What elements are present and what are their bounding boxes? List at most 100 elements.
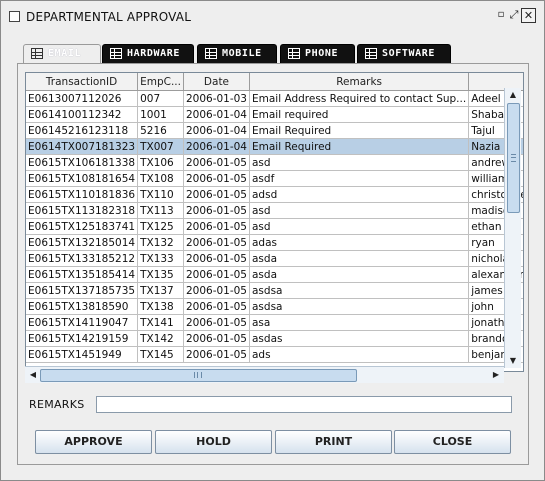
transaction-id-cell[interactable]: E0615TX133185212 bbox=[26, 250, 139, 267]
maximize-icon[interactable]: ⤢ bbox=[507, 8, 521, 22]
transaction-id-cell[interactable]: E0615TX137185735 bbox=[26, 282, 139, 299]
date-cell[interactable]: 2006-01-04 bbox=[183, 122, 251, 139]
remarks-cell[interactable]: adsd bbox=[249, 186, 470, 203]
table-row[interactable]: E0615TX110181836 TX110 2006-01-05 adsd chris… bbox=[26, 186, 523, 203]
remarks-cell[interactable]: asa bbox=[249, 314, 470, 331]
table-row[interactable]: E0615TX133185212 TX133 2006-01-05 asda nicho… bbox=[26, 250, 523, 267]
table-row[interactable]: E0613007112026 007 2006-01-03 Email Address… bbox=[26, 90, 523, 107]
table-row[interactable]: E0615TX106181338 TX106 2006-01-05 asd andrew bbox=[26, 154, 523, 171]
column-header-empcode[interactable]: EmpC... bbox=[137, 73, 184, 91]
transaction-id-cell[interactable]: E0615TX125183741 bbox=[26, 218, 139, 235]
hold-button[interactable]: HOLD bbox=[155, 430, 272, 454]
transaction-id-cell[interactable]: E0614100112342 bbox=[26, 106, 139, 123]
remarks-cell[interactable]: Email required bbox=[249, 106, 470, 123]
scroll-down-arrow-icon[interactable]: ▼ bbox=[507, 355, 519, 367]
transaction-id-cell[interactable]: E0615TX14119047 bbox=[26, 314, 139, 331]
remarks-cell[interactable]: asd bbox=[249, 202, 470, 219]
table-row[interactable]: E0615TX125183741 TX125 2006-01-05 asd ethan bbox=[26, 218, 523, 235]
emp-code-cell[interactable]: TX113 bbox=[137, 202, 184, 219]
minimize-icon[interactable]: ▫ bbox=[494, 8, 508, 22]
date-cell[interactable]: 2006-01-05 bbox=[183, 282, 251, 299]
table-row[interactable]: E0615TX14119047 TX141 2006-01-05 asa jonatha… bbox=[26, 314, 523, 331]
scroll-left-arrow-icon[interactable]: ◀ bbox=[27, 369, 39, 381]
table-row[interactable]: E0614TX007181323 TX007 2006-01-04 Email Req… bbox=[26, 138, 523, 155]
column-header-transactionid[interactable]: TransactionID bbox=[26, 73, 139, 91]
print-button[interactable]: PRINT bbox=[275, 430, 392, 454]
transaction-id-cell[interactable]: E0615TX13818590 bbox=[26, 298, 139, 315]
table-row[interactable]: E0615TX137185735 TX137 2006-01-05 asdsa jame… bbox=[26, 282, 523, 299]
transaction-id-cell[interactable]: E0615TX110181836 bbox=[26, 186, 139, 203]
remarks-cell[interactable]: asd bbox=[249, 218, 470, 235]
table-row[interactable]: E0615TX132185014 TX132 2006-01-05 adas ryan bbox=[26, 234, 523, 251]
emp-code-cell[interactable]: TX142 bbox=[137, 330, 184, 347]
table-row[interactable]: E0615TX108181654 TX108 2006-01-05 asdf willi… bbox=[26, 170, 523, 187]
remarks-cell[interactable]: asdas bbox=[249, 330, 470, 347]
emp-code-cell[interactable]: TX141 bbox=[137, 314, 184, 331]
tab-phone[interactable]: PHONE bbox=[280, 44, 355, 64]
emp-code-cell[interactable]: 5216 bbox=[137, 122, 184, 139]
emp-code-cell[interactable]: TX132 bbox=[137, 234, 184, 251]
close-button[interactable]: CLOSE bbox=[394, 430, 511, 454]
remarks-input[interactable] bbox=[96, 396, 512, 413]
date-cell[interactable]: 2006-01-05 bbox=[183, 218, 251, 235]
transaction-id-cell[interactable]: E0613007112026 bbox=[26, 90, 139, 107]
tab-software[interactable]: SOFTWARE bbox=[357, 44, 451, 64]
date-cell[interactable]: 2006-01-05 bbox=[183, 266, 251, 283]
transaction-id-cell[interactable]: E0614TX007181323 bbox=[26, 138, 139, 155]
emp-code-cell[interactable]: TX138 bbox=[137, 298, 184, 315]
table-row[interactable]: E0615TX14219159 TX142 2006-01-05 asdas brand… bbox=[26, 330, 523, 347]
remarks-cell[interactable]: asda bbox=[249, 250, 470, 267]
emp-code-cell[interactable]: 007 bbox=[137, 90, 184, 107]
emp-code-cell[interactable]: TX110 bbox=[137, 186, 184, 203]
remarks-cell[interactable]: asdsa bbox=[249, 298, 470, 315]
column-header-remarks[interactable]: Remarks bbox=[249, 73, 470, 91]
horizontal-scrollbar[interactable]: ◀ ▶ bbox=[25, 366, 504, 383]
transactions-table[interactable]: TransactionID EmpC... Date Remarks E0613… bbox=[25, 72, 524, 372]
remarks-cell[interactable]: adas bbox=[249, 234, 470, 251]
vertical-scroll-thumb[interactable] bbox=[507, 103, 520, 213]
table-row[interactable]: E0615TX13818590 TX138 2006-01-05 asdsa john bbox=[26, 298, 523, 315]
remarks-cell[interactable]: asdsa bbox=[249, 282, 470, 299]
date-cell[interactable]: 2006-01-05 bbox=[183, 186, 251, 203]
date-cell[interactable]: 2006-01-05 bbox=[183, 234, 251, 251]
emp-code-cell[interactable]: TX125 bbox=[137, 218, 184, 235]
column-header-date[interactable]: Date bbox=[183, 73, 251, 91]
vertical-scrollbar[interactable]: ▲ ▼ bbox=[504, 88, 521, 368]
remarks-cell[interactable]: Email Required bbox=[249, 122, 470, 139]
date-cell[interactable]: 2006-01-05 bbox=[183, 154, 251, 171]
table-row[interactable]: E0614100112342 1001 2006-01-04 Email requir… bbox=[26, 106, 523, 123]
emp-code-cell[interactable]: TX007 bbox=[137, 138, 184, 155]
date-cell[interactable]: 2006-01-05 bbox=[183, 250, 251, 267]
transaction-id-cell[interactable]: E0615TX1451949 bbox=[26, 346, 139, 363]
emp-code-cell[interactable]: TX133 bbox=[137, 250, 184, 267]
emp-code-cell[interactable]: TX145 bbox=[137, 346, 184, 363]
table-row[interactable]: E06145216123118 5216 2006-01-04 Email Requi… bbox=[26, 122, 523, 139]
horizontal-scroll-thumb[interactable] bbox=[40, 369, 357, 382]
date-cell[interactable]: 2006-01-05 bbox=[183, 346, 251, 363]
emp-code-cell[interactable]: TX137 bbox=[137, 282, 184, 299]
scroll-right-arrow-icon[interactable]: ▶ bbox=[490, 369, 502, 381]
emp-code-cell[interactable]: TX135 bbox=[137, 266, 184, 283]
emp-code-cell[interactable]: 1001 bbox=[137, 106, 184, 123]
title-bar[interactable]: DEPARTMENTAL APPROVAL ▫ ⤢ ✕ bbox=[1, 1, 544, 33]
date-cell[interactable]: 2006-01-03 bbox=[183, 90, 251, 107]
emp-code-cell[interactable]: TX106 bbox=[137, 154, 184, 171]
date-cell[interactable]: 2006-01-04 bbox=[183, 138, 251, 155]
scroll-up-arrow-icon[interactable]: ▲ bbox=[507, 89, 519, 101]
tab-mobile[interactable]: MOBILE bbox=[197, 44, 277, 64]
approve-button[interactable]: APPROVE bbox=[35, 430, 152, 454]
date-cell[interactable]: 2006-01-04 bbox=[183, 106, 251, 123]
date-cell[interactable]: 2006-01-05 bbox=[183, 314, 251, 331]
date-cell[interactable]: 2006-01-05 bbox=[183, 298, 251, 315]
table-row[interactable]: E0615TX135185414 TX135 2006-01-05 asda alexa… bbox=[26, 266, 523, 283]
close-window-icon[interactable]: ✕ bbox=[521, 8, 536, 23]
remarks-cell[interactable]: Email Address Required to contact Sup... bbox=[249, 90, 470, 107]
tab-email[interactable]: EMAIL bbox=[23, 44, 101, 65]
date-cell[interactable]: 2006-01-05 bbox=[183, 202, 251, 219]
date-cell[interactable]: 2006-01-05 bbox=[183, 170, 251, 187]
remarks-cell[interactable]: asdf bbox=[249, 170, 470, 187]
table-row[interactable]: E0615TX1451949 TX145 2006-01-05 ads benjamin bbox=[26, 346, 523, 363]
transaction-id-cell[interactable]: E0615TX106181338 bbox=[26, 154, 139, 171]
table-row[interactable]: E0615TX113182318 TX113 2006-01-05 asd madiso… bbox=[26, 202, 523, 219]
transaction-id-cell[interactable]: E0615TX108181654 bbox=[26, 170, 139, 187]
